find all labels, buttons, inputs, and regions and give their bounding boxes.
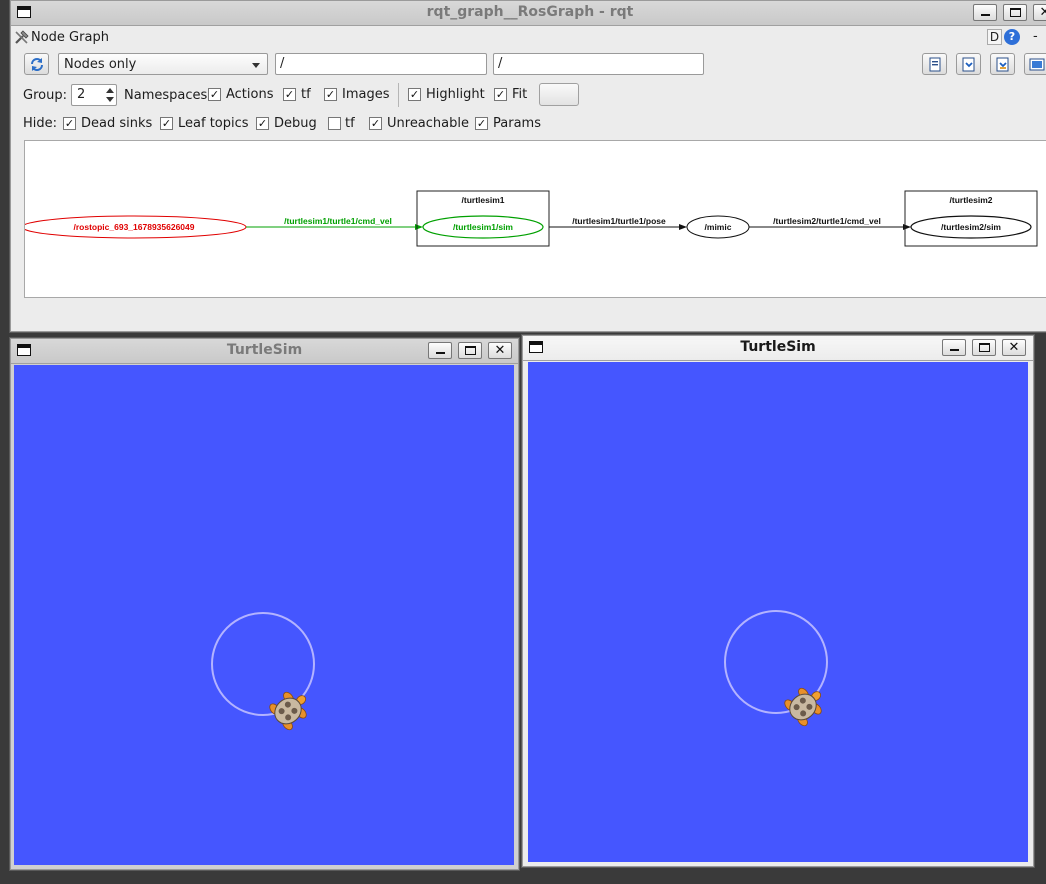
plugin-help-button[interactable]: ? bbox=[1004, 29, 1020, 45]
fit-checkbox[interactable]: ✓ bbox=[494, 88, 507, 101]
turtlesim-right-titlebar[interactable]: TurtleSim bbox=[523, 336, 1033, 361]
hide-tf-checkbox[interactable] bbox=[328, 117, 341, 130]
close-button[interactable] bbox=[488, 342, 512, 359]
mimic-label: /mimic bbox=[705, 222, 732, 232]
save-image-icon bbox=[1029, 58, 1045, 71]
maximize-button[interactable] bbox=[458, 342, 482, 359]
plugin-close-button[interactable]: - bbox=[1033, 29, 1038, 44]
fit-in-view-button[interactable] bbox=[539, 83, 579, 106]
edge2-label: /turtlesim1/turtle1/pose bbox=[572, 216, 666, 226]
file-open-icon bbox=[929, 57, 941, 72]
node-filter-input[interactable]: / bbox=[275, 53, 487, 75]
turtlesim-left-titlebar[interactable]: TurtleSim bbox=[11, 339, 518, 364]
turtlesim1-sim-label: /turtlesim1/sim bbox=[453, 222, 513, 232]
actions-checkbox[interactable]: ✓ bbox=[283, 88, 296, 101]
actions-label: Actions bbox=[226, 87, 274, 102]
dead-sinks-checkbox[interactable]: ✓ bbox=[63, 117, 76, 130]
edge1-arrow bbox=[415, 224, 423, 230]
minimize-button[interactable] bbox=[428, 342, 452, 359]
highlight-checkbox[interactable]: ✓ bbox=[408, 88, 421, 101]
turtlesim-right-window: TurtleSim bbox=[522, 335, 1034, 867]
turtlesim1-group-label: /turtlesim1 bbox=[462, 195, 505, 205]
chevron-down-icon bbox=[252, 63, 260, 68]
edge3-arrow bbox=[903, 224, 911, 230]
debug-label: Debug bbox=[274, 116, 317, 131]
save-dot-icon bbox=[962, 57, 975, 72]
rostopic-node-label: /rostopic_693_1678935626049 bbox=[74, 222, 195, 232]
rqt-window: rqt_graph__RosGraph - rqt Node Graph D ?… bbox=[10, 0, 1046, 332]
turtlesim-left-window: TurtleSim bbox=[10, 338, 519, 870]
namespaces-checkbox[interactable]: ✓ bbox=[208, 88, 221, 101]
rqt-window-title: rqt_graph__RosGraph - rqt bbox=[426, 4, 634, 20]
plugin-title: Node Graph bbox=[31, 30, 109, 45]
toolbar-separator bbox=[398, 83, 399, 107]
help-icon: ? bbox=[1008, 30, 1016, 43]
group-value: 2 bbox=[77, 87, 86, 102]
debug-checkbox[interactable]: ✓ bbox=[256, 117, 269, 130]
save-svg-icon bbox=[996, 57, 1009, 72]
graph-type-select[interactable]: Nodes only bbox=[58, 53, 268, 75]
save-image-button[interactable] bbox=[1024, 53, 1046, 75]
turtle-icon bbox=[784, 687, 822, 727]
images-label: Images bbox=[342, 87, 390, 102]
plugin-d-button[interactable]: D bbox=[987, 29, 1002, 45]
turtlesim-right-canvas bbox=[528, 362, 1028, 862]
minimize-button[interactable] bbox=[942, 339, 966, 356]
save-svg-button[interactable] bbox=[990, 53, 1015, 75]
group-label: Group: bbox=[23, 88, 67, 103]
maximize-button[interactable] bbox=[972, 339, 996, 356]
leaf-topics-label: Leaf topics bbox=[178, 116, 249, 131]
edge1-label: /turtlesim1/turtle1/cmd_vel bbox=[284, 216, 392, 226]
params-checkbox[interactable]: ✓ bbox=[475, 117, 488, 130]
turtlesim2-group-label: /turtlesim2 bbox=[950, 195, 993, 205]
edge3-label: /turtlesim2/turtle1/cmd_vel bbox=[773, 216, 881, 226]
load-dot-button[interactable] bbox=[922, 53, 947, 75]
maximize-button[interactable] bbox=[1003, 4, 1027, 21]
close-button[interactable] bbox=[1033, 4, 1046, 21]
refresh-graph-button[interactable] bbox=[24, 53, 49, 75]
edge2-arrow bbox=[679, 224, 687, 230]
turtlesim-left-canvas bbox=[14, 365, 514, 865]
params-label: Params bbox=[493, 116, 541, 131]
group-spinbox[interactable]: 2 bbox=[71, 84, 117, 106]
highlight-label: Highlight bbox=[426, 87, 485, 102]
images-checkbox[interactable]: ✓ bbox=[324, 88, 337, 101]
unreachable-checkbox[interactable]: ✓ bbox=[369, 117, 382, 130]
turtlesim2-sim-label: /turtlesim2/sim bbox=[941, 222, 1001, 232]
namespaces-label: Namespaces bbox=[124, 88, 208, 103]
close-button[interactable] bbox=[1002, 339, 1026, 356]
dead-sinks-label: Dead sinks bbox=[81, 116, 153, 131]
tools-icon bbox=[15, 30, 29, 44]
spin-up-icon[interactable] bbox=[106, 88, 114, 93]
graph-view[interactable]: /rostopic_693_1678935626049 /turtlesim1/… bbox=[24, 140, 1046, 298]
turtle-icon bbox=[269, 691, 307, 731]
fit-label: Fit bbox=[512, 87, 528, 102]
minimize-button[interactable] bbox=[973, 4, 997, 21]
topic-filter-input[interactable]: / bbox=[493, 53, 704, 75]
tf-label: tf bbox=[301, 87, 311, 102]
save-dot-button[interactable] bbox=[956, 53, 981, 75]
spin-down-icon[interactable] bbox=[106, 97, 114, 102]
graph-type-value: Nodes only bbox=[64, 57, 137, 72]
rqt-titlebar[interactable]: rqt_graph__RosGraph - rqt bbox=[11, 1, 1046, 26]
leaf-topics-checkbox[interactable]: ✓ bbox=[160, 117, 173, 130]
unreachable-label: Unreachable bbox=[387, 116, 469, 131]
hide-label: Hide: bbox=[23, 116, 58, 131]
refresh-icon bbox=[31, 58, 43, 71]
hide-tf-label: tf bbox=[345, 116, 355, 131]
